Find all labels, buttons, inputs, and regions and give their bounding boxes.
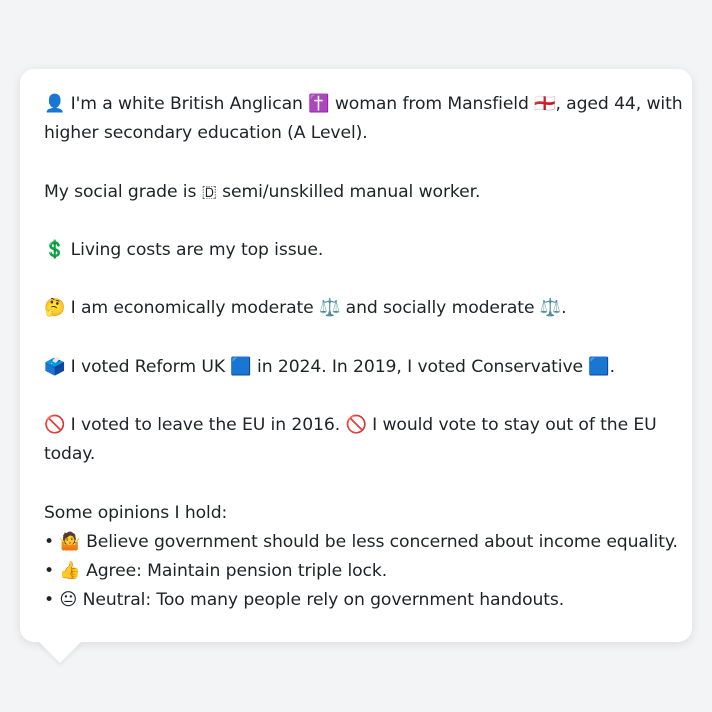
persona-speech-bubble: 👤 I'm a white British Anglican ✝️ woman … <box>20 69 692 642</box>
identity-text: 👤 I'm a white British Anglican ✝️ woman … <box>44 94 683 114</box>
speech-bubble-tail <box>38 641 82 663</box>
voting-history-text: 🗳️ I voted Reform UK 🟦 in 2024. In 2019,… <box>44 356 616 377</box>
brexit-vote-text: 🚫 I voted to leave the EU in 2016. 🚫 I w… <box>44 415 657 436</box>
education-text: higher secondary education (A Level). <box>44 123 368 144</box>
ideology-text: 🤔 I am economically moderate ⚖️ and soci… <box>44 298 567 319</box>
opinion-item: • 👍 Agree: Maintain pension triple lock. <box>44 561 388 582</box>
social-grade-text: My social grade is 🇩 semi/unskilled manu… <box>44 181 481 202</box>
top-issue-text: 💲 Living costs are my top issue. <box>44 239 324 260</box>
opinions-heading: Some opinions I hold: <box>44 502 228 523</box>
opinion-item: • 😐 Neutral: Too many people rely on gov… <box>44 590 565 611</box>
brexit-vote-text-continued: today. <box>44 444 96 465</box>
opinion-item: • 🤷 Believe government should be less co… <box>44 531 678 552</box>
